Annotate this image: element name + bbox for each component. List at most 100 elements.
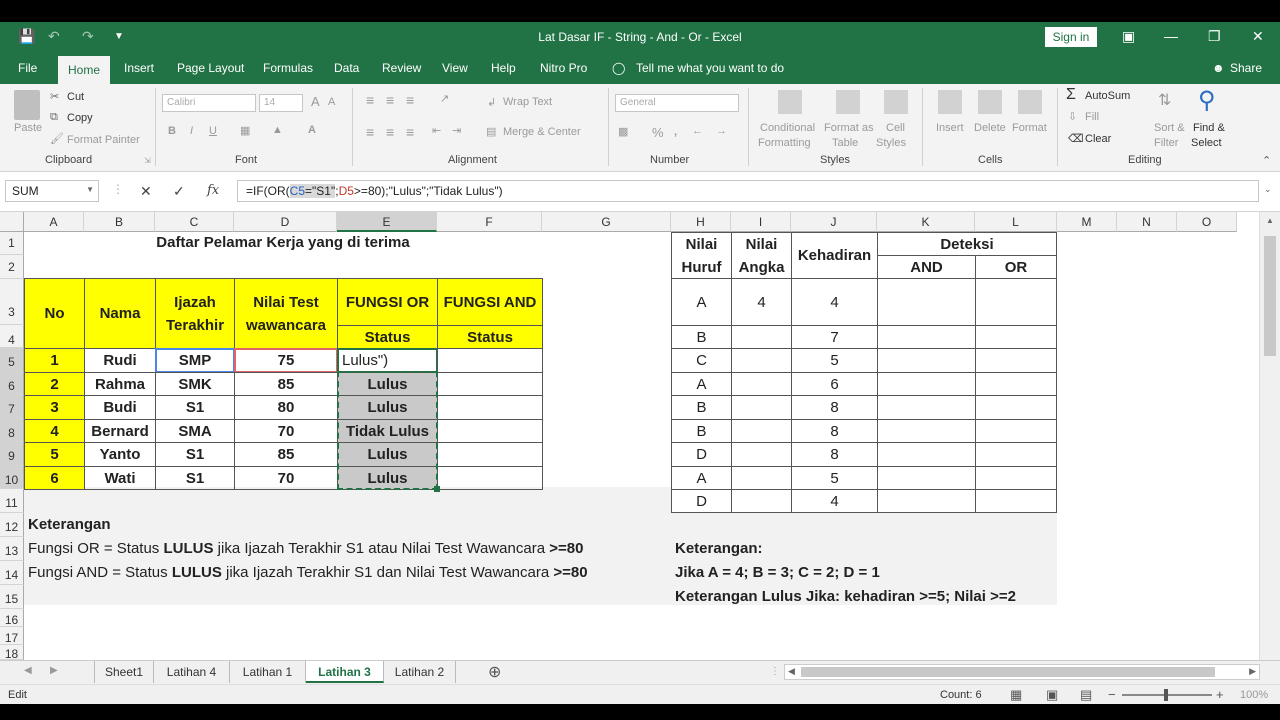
header-nilai[interactable]: Nilai Test wawancara (234, 278, 338, 349)
align-middle-icon[interactable]: ≡ (386, 92, 394, 108)
column-header[interactable]: I (731, 212, 791, 232)
header-fungsi-or[interactable]: FUNGSI OR (337, 278, 438, 326)
cell-styles-label[interactable]: Styles (876, 137, 906, 149)
column-header[interactable]: L (975, 212, 1057, 232)
cell-angka[interactable] (731, 395, 792, 420)
new-sheet-icon[interactable]: ⊕ (488, 662, 501, 682)
cell-kehadiran[interactable]: 4 (791, 278, 878, 326)
column-header[interactable]: A (24, 212, 84, 232)
cell-nilai[interactable]: 70 (234, 466, 338, 490)
column-header[interactable]: J (791, 212, 877, 232)
cell-deteksi-and[interactable] (877, 395, 976, 420)
find-select-icon[interactable]: ⚲ (1198, 86, 1216, 115)
vertical-scrollbar[interactable]: ▲ (1259, 212, 1280, 660)
paste-button[interactable]: Paste (14, 122, 42, 134)
fill-handle[interactable] (434, 486, 440, 492)
cell-deteksi-or[interactable] (975, 419, 1057, 443)
cell-huruf[interactable]: B (671, 419, 732, 443)
row-header[interactable]: 16 (0, 609, 24, 627)
cell-nilai[interactable]: 80 (234, 395, 338, 420)
paste-icon[interactable] (14, 90, 40, 120)
sort-filter-button[interactable]: Sort & (1154, 122, 1185, 134)
header-and[interactable]: AND (877, 255, 976, 279)
conditional-formatting-button[interactable]: Conditional (760, 122, 815, 134)
format-painter-icon[interactable]: 🖌 (50, 132, 64, 145)
fill-button[interactable]: Fill (1085, 111, 1099, 123)
cell-nilai[interactable]: 85 (234, 442, 338, 467)
cell-angka[interactable] (731, 348, 792, 373)
tab-formulas[interactable]: Formulas (263, 61, 313, 75)
tab-view[interactable]: View (442, 61, 468, 75)
fill-icon[interactable]: ⇩ (1068, 110, 1077, 123)
cell-ijazah-c5[interactable]: SMP (155, 348, 235, 373)
expand-formula-bar-icon[interactable]: ⌄ (1264, 184, 1272, 195)
cell-no[interactable]: 2 (24, 372, 85, 396)
cell-deteksi-and[interactable] (877, 348, 976, 373)
row-header[interactable]: 13 (0, 537, 24, 561)
cell-nilai[interactable]: 70 (234, 419, 338, 443)
header-deteksi[interactable]: Deteksi (877, 232, 1057, 256)
column-header[interactable]: O (1177, 212, 1237, 232)
header-status-and[interactable]: Status (437, 325, 543, 349)
header-nilai-angka[interactable]: Nilai Angka (731, 232, 792, 279)
copy-button[interactable]: Copy (67, 112, 93, 124)
wrap-text-button[interactable]: Wrap Text (503, 96, 552, 108)
cell-huruf[interactable]: B (671, 325, 732, 349)
align-right-icon[interactable]: ≡ (406, 124, 414, 140)
cell-deteksi-or[interactable] (975, 325, 1057, 349)
page-break-view-icon[interactable]: ▤ (1080, 687, 1092, 703)
cell-ijazah[interactable]: S1 (155, 395, 235, 420)
orientation-icon[interactable]: ↗ (440, 92, 449, 105)
cell-editing-e5[interactable]: Lulus") (337, 348, 438, 373)
format-as-table-button[interactable]: Format as (824, 122, 874, 134)
collapse-ribbon-icon[interactable]: ⌃ (1262, 154, 1271, 167)
name-box[interactable]: SUM ▼ (5, 180, 99, 202)
tab-review[interactable]: Review (382, 61, 421, 75)
row-header[interactable]: 3 (0, 279, 24, 325)
percent-icon[interactable]: % (652, 125, 664, 140)
find-select-button[interactable]: Find & (1193, 122, 1225, 134)
column-header[interactable]: D (234, 212, 337, 232)
cell-no[interactable]: 3 (24, 395, 85, 420)
sheet-tab[interactable]: Latihan 1 (230, 661, 306, 683)
row-header[interactable]: 5 (0, 348, 24, 372)
column-header[interactable]: C (155, 212, 234, 232)
cell-no[interactable]: 1 (24, 348, 85, 373)
cell-deteksi-and[interactable] (877, 419, 976, 443)
tell-me-search[interactable]: Tell me what you want to do (636, 61, 784, 75)
formula-input[interactable]: =IF(OR(C5="S1";D5>=80);"Lulus";"Tidak Lu… (237, 180, 1259, 202)
format-as-table-label[interactable]: Table (832, 137, 858, 149)
normal-view-icon[interactable]: ▦ (1010, 687, 1022, 703)
align-top-icon[interactable]: ≡ (366, 92, 374, 108)
cell-nama[interactable]: Rudi (84, 348, 156, 373)
merge-center-button[interactable]: Merge & Center (503, 126, 581, 138)
tab-file[interactable]: File (18, 61, 37, 75)
cell-deteksi-or[interactable] (975, 466, 1057, 490)
column-header[interactable]: M (1057, 212, 1117, 232)
header-kehadiran[interactable]: Kehadiran (791, 232, 878, 279)
clear-icon[interactable]: ⌫ (1068, 132, 1084, 145)
cell-and[interactable] (437, 442, 543, 467)
format-as-table-icon[interactable] (836, 90, 860, 114)
cell-no[interactable]: 6 (24, 466, 85, 490)
scroll-sheets-left-icon[interactable]: ◀ (24, 665, 32, 676)
cell-angka[interactable] (731, 442, 792, 467)
cell-kehadiran[interactable]: 8 (791, 395, 878, 420)
format-cells-button[interactable]: Format (1012, 122, 1047, 134)
copy-icon[interactable]: ⧉ (50, 111, 58, 124)
accounting-format-icon[interactable]: ▩ (618, 125, 628, 138)
cell-kehadiran[interactable]: 8 (791, 442, 878, 467)
cell-deteksi-or[interactable] (975, 278, 1057, 326)
name-box-dropdown-icon[interactable]: ▼ (86, 185, 94, 194)
tab-nitro-pro[interactable]: Nitro Pro (540, 61, 587, 75)
cell-styles-icon[interactable] (884, 90, 908, 114)
column-header[interactable]: N (1117, 212, 1177, 232)
cell-huruf[interactable]: A (671, 372, 732, 396)
cell-styles-button[interactable]: Cell (886, 122, 905, 134)
align-center-icon[interactable]: ≡ (386, 124, 394, 140)
cell-deteksi-or[interactable] (975, 348, 1057, 373)
cell-huruf[interactable]: A (671, 278, 732, 326)
row-header[interactable]: 2 (0, 255, 24, 279)
column-header[interactable]: G (542, 212, 671, 232)
row-header[interactable]: 10 (0, 466, 24, 489)
